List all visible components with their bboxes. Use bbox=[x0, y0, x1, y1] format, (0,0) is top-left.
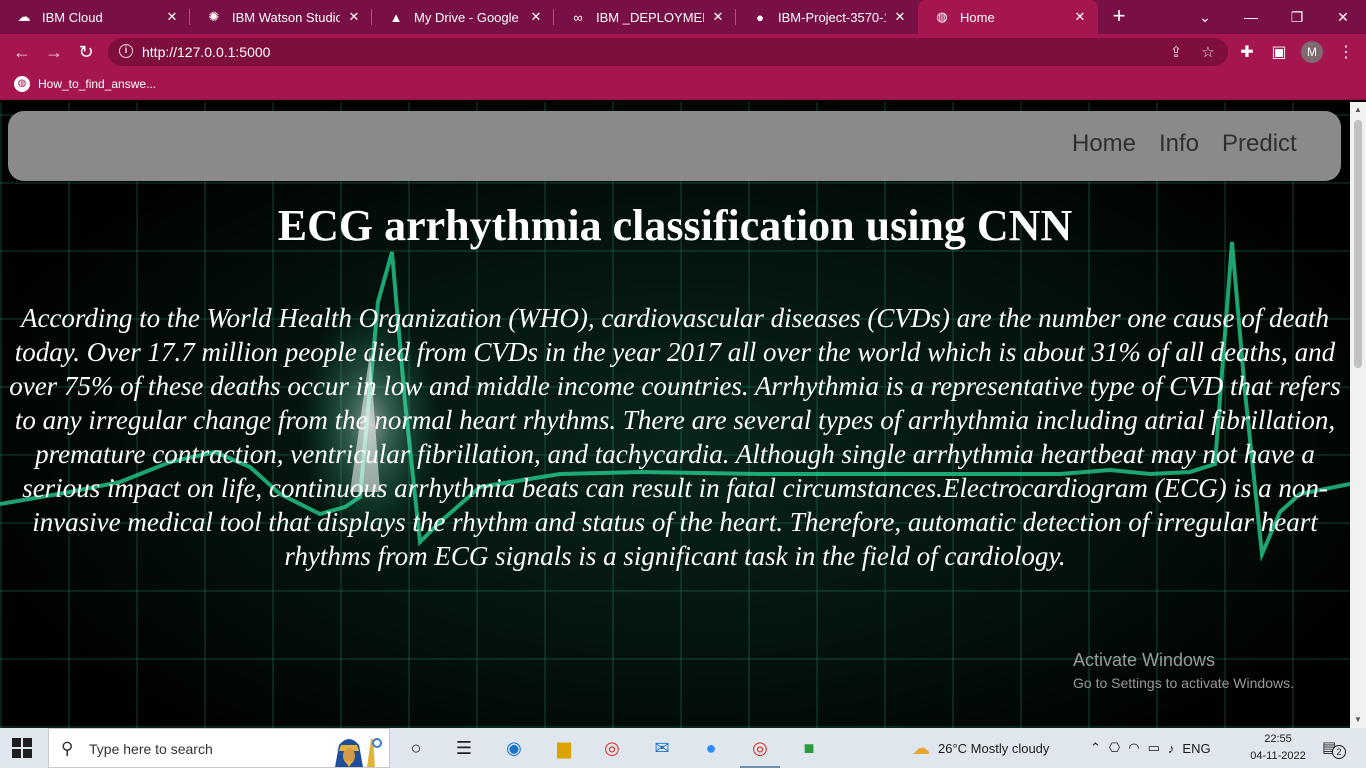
tab-label: IBM _DEPLOYMENT_M bbox=[596, 9, 704, 25]
tab-close-icon[interactable]: ✕ bbox=[710, 9, 726, 25]
tab-label: IBM Watson Studio bbox=[232, 9, 340, 25]
browser-tab[interactable]: ◍ Home ✕ bbox=[918, 0, 1098, 34]
tab-label: My Drive - Google Dri bbox=[414, 9, 522, 25]
colab-icon: ∞ bbox=[573, 9, 583, 25]
browser-tab[interactable]: ✺ IBM Watson Studio ✕ bbox=[190, 0, 372, 34]
reload-icon[interactable]: ↻ bbox=[74, 40, 98, 64]
search-highlight-pharaoh-icon bbox=[335, 738, 382, 767]
notification-count: 2 bbox=[1332, 745, 1346, 759]
close-window-button[interactable]: ✕ bbox=[1320, 0, 1366, 34]
tab-label: IBM Cloud bbox=[42, 9, 103, 25]
bookmarks-bar: ◍ How_to_find_answe... bbox=[0, 70, 1366, 100]
system-tray: ⌃ ⎔ ◠ ▭ ♪ ENG bbox=[1090, 728, 1211, 768]
language-indicator[interactable]: ENG bbox=[1182, 741, 1210, 756]
ibm-cloud-icon: ☁ bbox=[17, 9, 31, 24]
search-icon: ⚲ bbox=[61, 739, 74, 758]
restore-button[interactable]: ❐ bbox=[1274, 0, 1320, 34]
scroll-up-arrow-icon[interactable]: ▲ bbox=[1350, 102, 1366, 118]
tab-label: Home bbox=[960, 9, 995, 25]
forward-icon[interactable]: → bbox=[42, 40, 66, 64]
minimize-button[interactable]: — bbox=[1228, 0, 1274, 34]
wifi-icon[interactable]: ◠ bbox=[1128, 740, 1139, 756]
pycharm-icon[interactable]: ■ bbox=[795, 734, 823, 762]
github-icon: ● bbox=[756, 9, 764, 25]
windows-taskbar: ⚲ Type here to search ○ ☰ ◉ ▆ ◎ ✉ ● ◎ ■ … bbox=[0, 728, 1366, 768]
browser-tab[interactable]: ▲ My Drive - Google Dri ✕ bbox=[372, 0, 554, 34]
meet-now-icon[interactable]: ⎔ bbox=[1109, 740, 1120, 756]
tab-strip: ☁ IBM Cloud ✕ ✺ IBM Watson Studio ✕ ▲ My Drive … bbox=[0, 0, 1366, 34]
intro-paragraph: According to the World Health Organizati… bbox=[9, 303, 1341, 571]
bookmark-globe-icon: ◍ bbox=[14, 76, 30, 92]
page-title: ECG arrhythmia classification using CNN bbox=[277, 201, 1073, 250]
address-bar[interactable]: i http://127.0.0.1:5000 ⇪ ☆ bbox=[108, 38, 1228, 66]
site-info-icon[interactable]: i bbox=[119, 44, 133, 58]
browser-tab[interactable]: ☁ IBM Cloud ✕ bbox=[0, 0, 190, 34]
tab-label: IBM-Project-3570-165 bbox=[778, 9, 886, 25]
share-icon[interactable]: ⇪ bbox=[1166, 42, 1186, 62]
tab-close-icon[interactable]: ✕ bbox=[164, 9, 180, 25]
site-navbar: Home Info Predict bbox=[8, 111, 1341, 181]
extensions-icon[interactable]: ✚ bbox=[1235, 40, 1259, 64]
activate-windows-subtitle: Go to Settings to activate Windows. bbox=[1073, 675, 1294, 691]
edge-browser-icon[interactable]: ◉ bbox=[500, 734, 528, 762]
new-tab-button[interactable]: + bbox=[1106, 4, 1132, 30]
windows-start-icon[interactable] bbox=[12, 738, 32, 758]
weather-text: 26°C Mostly cloudy bbox=[938, 740, 1050, 756]
file-explorer-icon[interactable]: ▆ bbox=[550, 734, 578, 762]
browser-tab[interactable]: ∞ IBM _DEPLOYMENT_M ✕ bbox=[554, 0, 736, 34]
clock-time: 22:55 bbox=[1264, 733, 1292, 745]
volume-icon[interactable]: ♪ bbox=[1168, 741, 1175, 756]
back-icon[interactable]: ← bbox=[10, 40, 34, 64]
tab-close-icon[interactable]: ✕ bbox=[346, 9, 362, 25]
taskbar-search-box[interactable]: ⚲ Type here to search bbox=[48, 728, 390, 768]
nav-predict-link[interactable]: Predict bbox=[1222, 130, 1297, 158]
profile-avatar[interactable]: M bbox=[1301, 41, 1323, 63]
bookmark-item[interactable]: ◍ How_to_find_answe... bbox=[14, 76, 156, 92]
weather-cloud-icon: ☁ bbox=[912, 737, 930, 758]
scrollbar-thumb[interactable] bbox=[1354, 120, 1362, 368]
tab-search-icon[interactable]: ⌄ bbox=[1182, 0, 1228, 34]
activate-windows-watermark: Activate Windows Go to Settings to activ… bbox=[1073, 650, 1294, 691]
task-view-icon[interactable]: ○ bbox=[402, 734, 430, 762]
scroll-down-arrow-icon[interactable]: ▼ bbox=[1350, 712, 1366, 728]
search-placeholder: Type here to search bbox=[89, 741, 213, 757]
watson-icon: ✺ bbox=[208, 9, 220, 24]
tab-close-icon[interactable]: ✕ bbox=[892, 9, 908, 25]
weather-widget[interactable]: ☁ 26°C Mostly cloudy bbox=[912, 728, 1049, 768]
notifications-icon[interactable]: ▤ 2 bbox=[1322, 738, 1346, 759]
clock-date: 04-11-2022 bbox=[1250, 750, 1306, 762]
browser-toolbar: ← → ↻ i http://127.0.0.1:5000 ⇪ ☆ ✚ ▣ M … bbox=[0, 34, 1366, 70]
taskbar-clock[interactable]: 22:55 04-11-2022 bbox=[1250, 731, 1306, 765]
browser-tab[interactable]: ● IBM-Project-3570-165 ✕ bbox=[736, 0, 918, 34]
nav-home-link[interactable]: Home bbox=[1072, 130, 1136, 158]
vertical-scrollbar[interactable]: ▲ ▼ bbox=[1350, 102, 1366, 728]
bookmark-label: How_to_find_answe... bbox=[38, 77, 157, 91]
chevron-up-icon[interactable]: ⌃ bbox=[1090, 740, 1101, 756]
widgets-icon[interactable]: ☰ bbox=[450, 734, 478, 762]
chrome-profile-icon[interactable]: ◎ bbox=[740, 734, 780, 768]
desktop-icon[interactable]: ▭ bbox=[1148, 740, 1160, 756]
side-panel-icon[interactable]: ▣ bbox=[1267, 40, 1291, 64]
page-viewport: Home Info Predict ECG arrhythmia classif… bbox=[0, 102, 1366, 728]
menu-icon[interactable]: ⋮ bbox=[1334, 40, 1358, 64]
globe-icon: ◍ bbox=[936, 9, 948, 24]
google-drive-icon: ▲ bbox=[389, 9, 403, 25]
nav-info-link[interactable]: Info bbox=[1159, 130, 1199, 158]
chrome-icon[interactable]: ◎ bbox=[598, 734, 626, 762]
activate-windows-title: Activate Windows bbox=[1073, 650, 1216, 670]
url-text: http://127.0.0.1:5000 bbox=[142, 44, 271, 60]
zoom-icon[interactable]: ● bbox=[697, 734, 725, 762]
bookmark-star-icon[interactable]: ☆ bbox=[1198, 42, 1218, 62]
mail-icon[interactable]: ✉ bbox=[648, 734, 676, 762]
tab-close-icon[interactable]: ✕ bbox=[1072, 9, 1088, 25]
tab-close-icon[interactable]: ✕ bbox=[528, 9, 544, 25]
